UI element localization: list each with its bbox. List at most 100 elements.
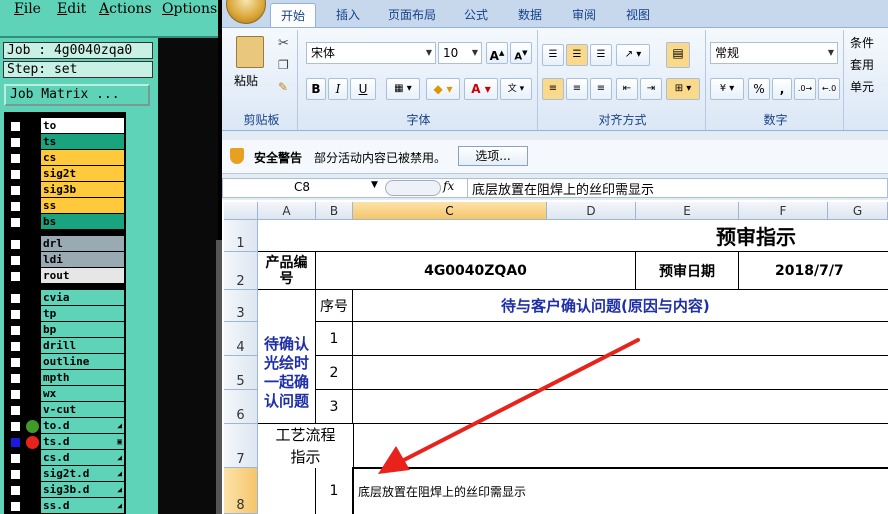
layer-name[interactable]: drl	[41, 236, 124, 251]
layer-checkbox[interactable]	[10, 469, 21, 480]
increase-indent-icon[interactable]: ⇥	[640, 78, 662, 100]
layer-name[interactable]: cs.d ◢	[41, 450, 124, 465]
layer-row[interactable]: ss.d ◢	[4, 498, 126, 514]
layer-name[interactable]: rout	[41, 268, 124, 283]
align-left-icon[interactable]: ≡	[542, 78, 564, 100]
layer-checkbox[interactable]	[10, 421, 21, 432]
cell-styles-button[interactable]: 单元	[850, 78, 874, 95]
font-name-select[interactable]: 宋体 ▼	[306, 42, 436, 64]
row-header[interactable]: 2	[224, 252, 258, 290]
underline-button[interactable]: U	[350, 78, 376, 100]
layer-row[interactable]: wx	[4, 386, 126, 402]
layer-checkbox[interactable]	[10, 137, 21, 148]
name-box[interactable]: C8	[225, 180, 379, 196]
confirm-label[interactable]: 待确认光绘时一起确认问题	[258, 322, 316, 424]
layer-name[interactable]: ts	[41, 134, 124, 149]
currency-icon[interactable]: ¥ ▾	[710, 78, 744, 100]
select-all-corner[interactable]	[224, 202, 258, 220]
product-label[interactable]: 产品编号	[258, 252, 316, 290]
row-header[interactable]: 5	[224, 356, 258, 390]
italic-button[interactable]: I	[328, 78, 348, 100]
tab-home[interactable]: 开始	[270, 3, 316, 27]
layer-name[interactable]: outline	[41, 354, 124, 369]
layer-checkbox[interactable]	[10, 293, 21, 304]
layer-row[interactable]: tp	[4, 306, 126, 322]
layer-row[interactable]: bs	[4, 214, 126, 230]
layer-name[interactable]: sig3b.d ◢	[41, 482, 124, 497]
merge-cells-icon[interactable]: ⊞ ▾	[666, 78, 700, 100]
seq-cell[interactable]: 1	[316, 322, 353, 356]
column-header[interactable]: A	[258, 202, 316, 220]
increase-decimal-icon[interactable]: .0→	[794, 78, 816, 100]
tab-page-layout[interactable]: 页面布局	[380, 3, 444, 27]
layer-row[interactable]: drill	[4, 338, 126, 354]
layer-name[interactable]: ss	[41, 198, 124, 213]
row-header[interactable]: 1	[224, 220, 258, 252]
number-format-select[interactable]: 常规 ▼	[710, 42, 838, 64]
percent-button[interactable]: %	[748, 78, 770, 100]
layer-checkbox[interactable]	[10, 239, 21, 250]
layer-row[interactable]: mpth	[4, 370, 126, 386]
layer-checkbox[interactable]	[10, 325, 21, 336]
align-right-icon[interactable]: ≡	[590, 78, 612, 100]
align-middle-icon[interactable]: ☰	[566, 44, 588, 66]
format-painter-icon[interactable]: ✎	[278, 80, 288, 94]
sheet-title[interactable]: 预审指示	[258, 220, 888, 252]
formula-input[interactable]: 底层放置在阻焊上的丝印需显示	[467, 179, 654, 198]
layer-checkbox[interactable]	[10, 153, 21, 164]
layer-name[interactable]: ldi	[41, 252, 124, 267]
cut-icon[interactable]: ✂	[278, 36, 289, 51]
layer-row[interactable]: to.d ◢	[4, 418, 126, 434]
layer-name[interactable]: drill	[41, 338, 124, 353]
layer-checkbox[interactable]	[10, 453, 21, 464]
fill-color-icon[interactable]: ◆ ▾	[426, 78, 460, 100]
phonetic-icon[interactable]: 文 ▾	[500, 78, 532, 100]
layer-row[interactable]: sig3b.d ◢	[4, 482, 126, 498]
paste-icon[interactable]	[236, 36, 264, 68]
grow-font-button[interactable]: A▲	[486, 42, 508, 64]
date-value[interactable]: 2018/7/7	[739, 252, 888, 290]
bold-button[interactable]: B	[306, 78, 326, 100]
layer-name[interactable]: ss.d ◢	[41, 498, 124, 513]
process-label[interactable]: 工艺流程指示	[258, 424, 353, 468]
seq-header[interactable]: 序号	[316, 290, 353, 322]
date-label[interactable]: 预审日期	[636, 252, 739, 290]
column-header[interactable]: D	[547, 202, 636, 220]
menu-options[interactable]: Options	[162, 1, 217, 17]
layer-name[interactable]: to.d ◢	[41, 418, 124, 433]
layer-checkbox[interactable]	[10, 217, 21, 228]
layer-name[interactable]: bp	[41, 322, 124, 337]
layer-checkbox[interactable]	[10, 501, 21, 512]
layer-row[interactable]: cs	[4, 150, 126, 166]
border-icon[interactable]: ▦ ▾	[386, 78, 420, 100]
layer-row[interactable]: cs.d ◢	[4, 450, 126, 466]
layer-row[interactable]: sig2t	[4, 166, 126, 182]
layer-row[interactable]: ldi	[4, 252, 126, 268]
layer-checkbox[interactable]	[10, 389, 21, 400]
tab-review[interactable]: 审阅	[564, 3, 604, 27]
security-options-button[interactable]: 选项...	[458, 146, 528, 166]
layer-checkbox[interactable]	[10, 309, 21, 320]
orientation-icon[interactable]: ↗ ▾	[616, 44, 650, 66]
column-header[interactable]: B	[316, 202, 353, 220]
layer-name[interactable]: sig3b	[41, 182, 124, 197]
row-header[interactable]: 8	[224, 468, 258, 514]
layer-checkbox[interactable]	[10, 271, 21, 282]
layer-checkbox[interactable]	[10, 169, 21, 180]
tab-formulas[interactable]: 公式	[456, 3, 496, 27]
align-center-icon[interactable]: ≡	[566, 78, 588, 100]
font-size-select[interactable]: 10 ▼	[438, 42, 482, 64]
layer-checkbox[interactable]	[10, 373, 21, 384]
layer-row[interactable]: sig2t.d ◢	[4, 466, 126, 482]
align-top-icon[interactable]: ☰	[542, 44, 564, 66]
layer-name[interactable]: sig2t	[41, 166, 124, 181]
issue-header[interactable]: 待与客户确认问题(原因与内容)	[353, 290, 888, 322]
row-header[interactable]: 4	[224, 322, 258, 356]
tab-data[interactable]: 数据	[510, 3, 550, 27]
row8-seq[interactable]: 1	[316, 468, 353, 514]
layer-checkbox[interactable]	[10, 121, 21, 132]
column-header[interactable]: E	[636, 202, 739, 220]
layer-checkbox[interactable]	[10, 185, 21, 196]
layer-row[interactable]: rout	[4, 268, 126, 284]
layer-checkbox[interactable]	[10, 405, 21, 416]
